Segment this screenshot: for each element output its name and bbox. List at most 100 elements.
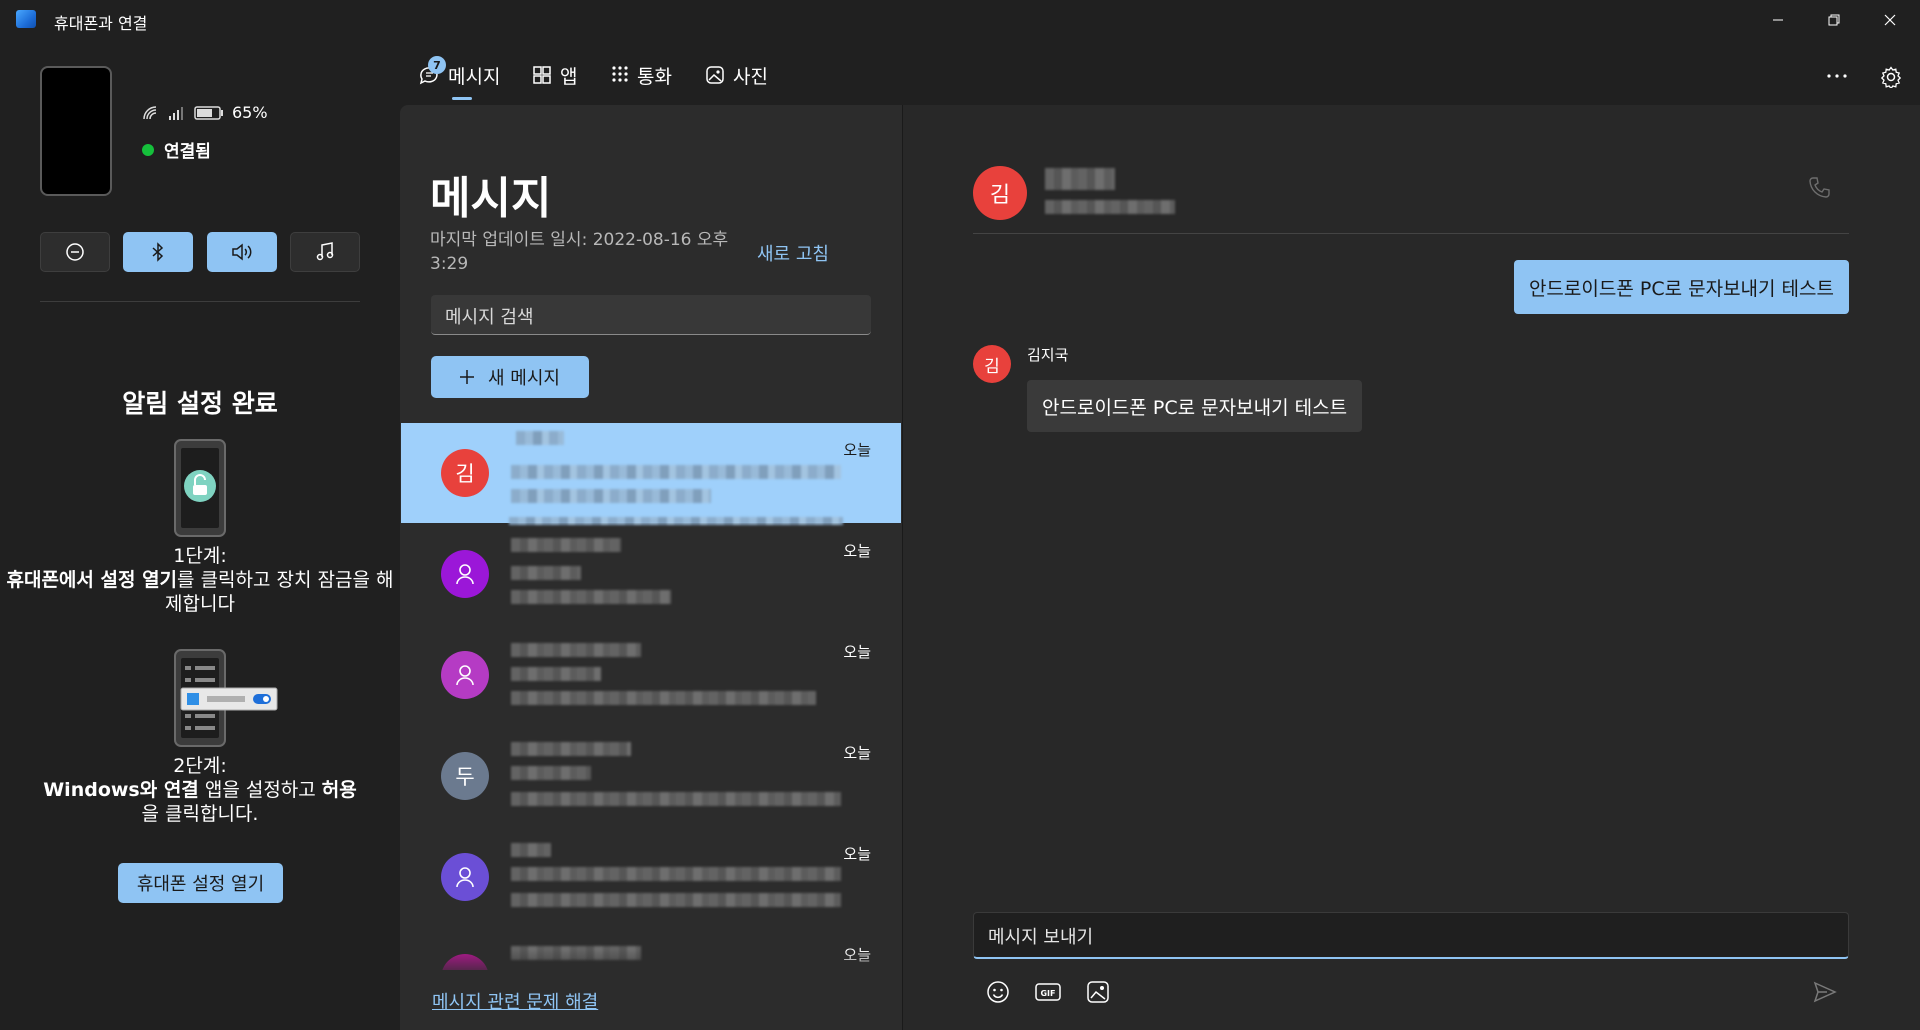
tab-photos[interactable]: 사진	[705, 58, 768, 92]
conversation-item[interactable]: 오늘	[401, 625, 901, 725]
conversation-time: 오늘	[843, 441, 871, 459]
redacted-preview	[511, 893, 841, 907]
conversation-time: 오늘	[843, 845, 871, 863]
wifi-icon	[143, 105, 157, 119]
apps-icon	[533, 66, 551, 84]
conversation-item[interactable]: 두 오늘	[401, 726, 901, 826]
close-icon	[1884, 14, 1896, 26]
step1-bold: 휴대폰에서 설정 열기	[6, 569, 178, 591]
do-not-disturb-button[interactable]	[40, 232, 110, 272]
phone-icon	[1809, 177, 1830, 198]
redacted-name	[511, 643, 641, 657]
divider	[40, 301, 360, 302]
restore-button[interactable]	[1806, 0, 1862, 40]
active-tab-indicator	[452, 97, 472, 100]
refresh-link[interactable]: 새로 고침	[757, 240, 829, 266]
tab-messages-label: 메시지	[448, 65, 501, 88]
person-icon	[456, 665, 474, 686]
troubleshoot-link[interactable]: 메시지 관련 문제 해결	[432, 988, 598, 1014]
media-button[interactable]	[290, 232, 360, 272]
redacted-preview	[511, 566, 581, 580]
conversation-item[interactable]: 오늘	[401, 524, 901, 624]
redacted-contact-number	[1045, 200, 1175, 214]
restore-icon	[1828, 14, 1840, 26]
app-icon	[16, 10, 36, 28]
photo-icon	[706, 66, 724, 84]
redacted-name	[511, 538, 621, 552]
gif-button[interactable]: GIF	[1031, 975, 1065, 1009]
step1-heading: 1단계:	[173, 545, 227, 567]
step2-mid: 앱을 설정하고	[198, 779, 322, 801]
new-message-button[interactable]: 새 메시지	[431, 356, 589, 398]
redacted-preview	[511, 489, 711, 503]
redacted-preview	[511, 766, 591, 780]
redacted-preview	[511, 465, 841, 479]
call-button[interactable]	[1808, 176, 1830, 204]
contact-avatar	[441, 853, 489, 901]
connection-label: 연결됨	[164, 142, 211, 162]
audio-button[interactable]	[207, 232, 277, 272]
tab-calls[interactable]: 통화	[611, 58, 672, 92]
tab-apps-label: 앱	[560, 65, 578, 88]
conversation-item[interactable]: 김 오늘	[401, 423, 901, 525]
incoming-sender-avatar: 김	[973, 345, 1011, 383]
outgoing-message: 안드로이드폰 PC로 문자보내기 테스트	[1513, 260, 1849, 314]
step2-text: 2단계: Windows와 연결 앱을 설정하고 허용 을 클릭합니다.	[0, 754, 400, 826]
chat-header-divider	[973, 233, 1849, 234]
step2-rest: 을 클릭합니다.	[141, 803, 259, 825]
list-fade	[401, 950, 901, 980]
redacted-preview	[511, 867, 841, 881]
gear-icon	[1880, 66, 1902, 88]
emoji-button[interactable]	[981, 975, 1015, 1009]
incoming-sender-name: 김지국	[1027, 346, 1069, 364]
speaker-icon	[232, 243, 252, 261]
device-status: 65%	[142, 103, 268, 122]
tab-calls-label: 통화	[637, 65, 672, 88]
close-button[interactable]	[1862, 0, 1918, 40]
more-options-button[interactable]	[1822, 62, 1852, 90]
minimize-button[interactable]	[1750, 0, 1806, 40]
conversation-time: 오늘	[843, 542, 871, 560]
notification-setup-title: 알림 설정 완료	[122, 389, 278, 418]
conversation-time: 오늘	[843, 744, 871, 762]
phone-lock-illustration	[174, 439, 226, 537]
emoji-icon	[987, 981, 1009, 1003]
redacted-name	[511, 843, 551, 857]
connection-status: 연결됨	[142, 137, 211, 162]
settings-button[interactable]	[1876, 62, 1906, 92]
message-search-input[interactable]: 메시지 검색	[431, 295, 871, 335]
music-note-icon	[316, 242, 334, 261]
messages-title: 메시지	[430, 173, 552, 224]
incoming-message: 안드로이드폰 PC로 문자보내기 테스트	[1027, 380, 1363, 432]
step1-text: 1단계: 휴대폰에서 설정 열기를 클릭하고 장치 잠금을 해제합니다	[0, 544, 400, 616]
person-icon	[456, 564, 474, 585]
minus-circle-icon	[66, 243, 84, 261]
open-phone-settings-button[interactable]: 휴대폰 설정 열기	[118, 863, 283, 903]
title-bar	[0, 0, 1920, 40]
bluetooth-button[interactable]	[123, 232, 193, 272]
phone-image	[40, 66, 112, 196]
step2-bold-allow: 허용	[321, 779, 357, 801]
dialpad-icon	[612, 66, 628, 82]
send-icon	[1813, 981, 1837, 1003]
contact-avatar	[441, 651, 489, 699]
signal-icon	[169, 106, 183, 120]
conversation-time: 오늘	[843, 643, 871, 661]
minimize-icon	[1773, 19, 1783, 21]
step1-rest: 를 클릭하고 장치 잠금을 해제합니다	[165, 569, 394, 615]
message-compose-input[interactable]: 메시지 보내기	[973, 912, 1849, 959]
contact-avatar: 두	[441, 752, 489, 800]
send-button[interactable]	[1808, 975, 1842, 1009]
window-title: 휴대폰과 연결	[54, 14, 148, 33]
new-message-label: 새 메시지	[488, 368, 560, 389]
contact-avatar: 김	[441, 449, 489, 497]
conversation-panel	[902, 105, 1920, 1030]
redacted-preview	[511, 792, 841, 806]
redacted-name	[516, 431, 564, 445]
battery-icon	[194, 105, 223, 120]
plus-icon	[460, 370, 475, 384]
unread-badge: 7	[428, 56, 446, 74]
conversation-item[interactable]: 오늘	[401, 827, 901, 927]
attach-image-button[interactable]	[1081, 975, 1115, 1009]
tab-apps[interactable]: 앱	[532, 58, 577, 92]
